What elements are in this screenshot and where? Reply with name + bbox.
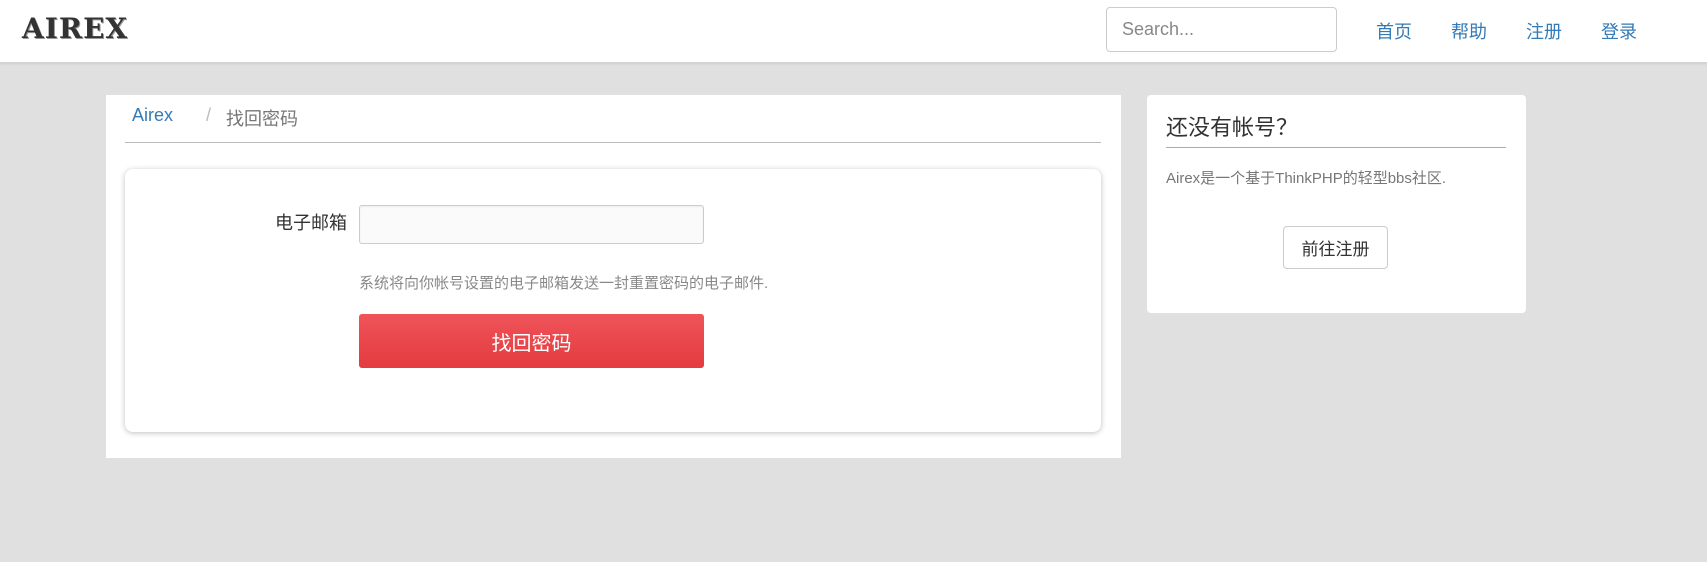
nav-link-login[interactable]: 登录 [1601,18,1637,44]
breadcrumb-current: 找回密码 [226,109,298,129]
go-register-button[interactable]: 前往注册 [1283,226,1388,269]
breadcrumb-home-link[interactable]: Airex [132,105,173,126]
signup-sidebar: 还没有帐号？ Airex是一个基于ThinkPHP的轻型bbs社区. 前往注册 [1147,95,1526,313]
sidebar-description: Airex是一个基于ThinkPHP的轻型bbs社区. [1166,170,1447,187]
nav-link-register[interactable]: 注册 [1526,18,1562,44]
nav-link-home[interactable]: 首页 [1376,18,1412,44]
email-label: 电子邮箱 [275,213,347,233]
email-field[interactable] [359,205,704,244]
email-help-text: 系统将向你帐号设置的电子邮箱发送一封重置密码的电子邮件. [359,275,769,292]
site-logo[interactable]: AIREX [22,12,128,45]
breadcrumb-separator: / [206,105,212,125]
sidebar-title: 还没有帐号？ [1166,110,1506,148]
main-panel: Airex / 找回密码 电子邮箱 系统将向你帐号设置的电子邮箱发送一封重置密码… [106,95,1121,458]
search-input[interactable] [1106,7,1337,52]
top-navbar: AIREX 首页 帮助 注册 登录 [0,0,1707,63]
breadcrumb: Airex / 找回密码 [125,105,1101,143]
recover-password-button[interactable]: 找回密码 [359,314,704,368]
password-reset-form: 电子邮箱 系统将向你帐号设置的电子邮箱发送一封重置密码的电子邮件. 找回密码 [125,169,1101,432]
nav-link-help[interactable]: 帮助 [1451,18,1487,44]
